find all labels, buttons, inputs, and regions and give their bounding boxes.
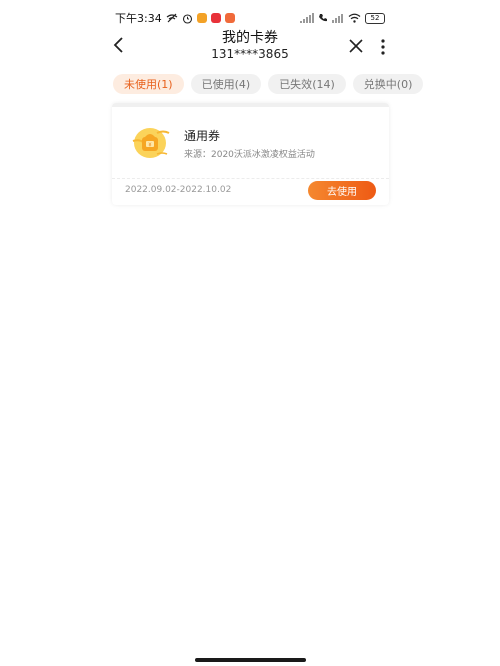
close-icon[interactable] [348,38,364,54]
status-time: 下午3:34 [115,12,162,25]
tab-bar: 未使用 (1) 已使用 (4) 已失效 (14) 兑换中 (0) [113,74,424,96]
coupon-bag-icon: ¥ [132,128,170,158]
more-vertical-icon[interactable] [380,38,386,56]
card-top-strip [112,103,389,107]
coupon-divider [112,178,389,179]
app-icon-3 [224,13,235,23]
tab-label: 未使用 [124,78,157,91]
tab-count: (0) [396,77,413,91]
status-left: 下午3:34 [115,10,235,26]
home-indicator[interactable] [195,658,306,662]
coupon-validity: 2022.09.02-2022.10.02 [125,185,232,195]
wifi-icon [348,13,361,23]
tab-redeeming[interactable]: 兑换中 (0) [352,74,424,94]
tab-unused[interactable]: 未使用 (1) [113,74,184,94]
svg-text:¥: ¥ [148,143,151,149]
tab-count: (14) [312,77,335,91]
nav-bar: 我的卡券 131****3865 [100,28,400,64]
coupon-source: 来源：2020沃派冰激凌权益活动 [184,150,315,160]
tab-label: 已失效 [279,78,313,91]
coupon-name: 通用券 [184,129,221,143]
signal-icon [300,13,314,23]
tab-count: (1) [157,77,173,91]
tab-used[interactable]: 已使用 (4) [190,74,262,94]
app-icon-1 [196,13,207,23]
call-icon [319,14,327,22]
battery-icon: 52 [365,12,385,24]
alarm-icon [182,13,192,24]
wifi-off-icon [166,13,178,23]
tab-label: 兑换中 [363,78,397,91]
tab-count: (4) [234,77,251,91]
coupon-card: ¥ 通用券 来源：2020沃派冰激凌权益活动 2022.09.02-2022.1… [112,103,389,205]
status-right: 52 [300,12,385,24]
app-icon-2 [210,13,221,23]
tab-expired[interactable]: 已失效 (14) [268,74,346,94]
signal-2-icon [332,14,343,23]
use-coupon-button[interactable]: 去使用 [308,181,376,200]
tab-label: 已使用 [201,78,235,91]
